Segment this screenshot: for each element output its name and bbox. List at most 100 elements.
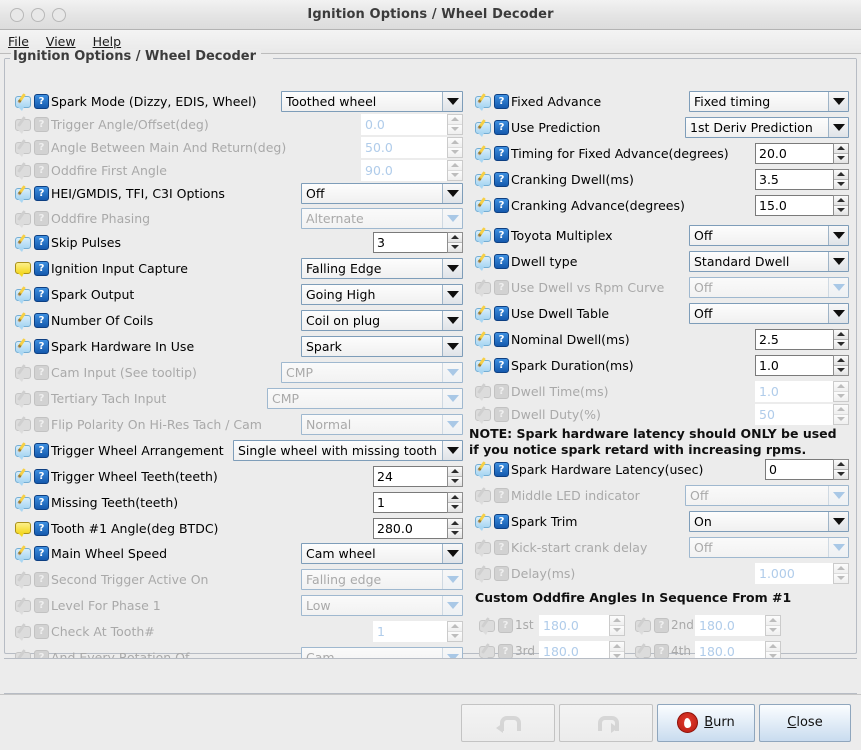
spinner-spark-duration-ms[interactable]: 1.0 (755, 354, 849, 376)
pencil-bubble-icon[interactable] (15, 116, 31, 134)
spinner-trigger-wheel-teeth-teeth-stepper[interactable] (447, 465, 463, 487)
stepper-up-icon[interactable] (448, 466, 462, 477)
pencil-bubble-icon[interactable] (15, 364, 31, 382)
pencil-bubble-icon[interactable] (475, 331, 491, 349)
help-icon[interactable]: ? (494, 94, 509, 109)
pencil-bubble-icon[interactable] (475, 406, 491, 424)
close-window-button[interactable] (10, 7, 24, 22)
spinner-tooth-1-angle-deg-btdc-stepper[interactable] (447, 517, 463, 539)
help-icon[interactable]: ? (494, 540, 509, 555)
spinner-missing-teeth-teeth-value[interactable]: 1 (373, 491, 447, 513)
help-icon[interactable]: ? (494, 198, 509, 213)
pencil-bubble-icon[interactable] (475, 487, 491, 505)
pencil-bubble-icon[interactable] (15, 597, 31, 615)
spinner-cranking-dwell-ms[interactable]: 3.5 (755, 168, 849, 190)
stepper-up-icon[interactable] (834, 169, 848, 180)
stepper-down-icon[interactable] (448, 242, 462, 252)
stepper-down-icon[interactable] (834, 153, 848, 163)
spinner-timing-for-fixed-advance-degrees[interactable]: 20.0 (755, 142, 849, 164)
spinner-spark-hardware-latency-usec[interactable]: 0 (765, 458, 849, 480)
stepper-up-icon[interactable] (448, 492, 462, 503)
spinner-nominal-dwell-ms-value[interactable]: 2.5 (755, 328, 833, 350)
pencil-bubble-icon[interactable] (475, 227, 491, 245)
help-icon[interactable]: ? (494, 332, 509, 347)
combo-number-of-coils[interactable]: Coil on plug (301, 309, 463, 331)
spinner-spark-hardware-latency-usec-value[interactable]: 0 (765, 458, 833, 480)
combo-ignition-input-capture[interactable]: Falling Edge (301, 257, 463, 279)
spinner-cranking-dwell-ms-value[interactable]: 3.5 (755, 168, 833, 190)
pencil-bubble-icon[interactable] (475, 253, 491, 271)
pencil-bubble-icon[interactable] (15, 286, 31, 304)
menu-view[interactable]: View (46, 34, 76, 49)
spinner-trigger-wheel-teeth-teeth-value[interactable]: 24 (373, 465, 447, 487)
combo-main-wheel-speed[interactable]: Cam wheel (301, 542, 463, 564)
chevron-down-icon[interactable] (828, 303, 848, 323)
stepper-down-icon[interactable] (448, 476, 462, 486)
help-icon[interactable]: ? (34, 186, 49, 201)
spinner-timing-for-fixed-advance-degrees-value[interactable]: 20.0 (755, 142, 833, 164)
chevron-down-icon[interactable] (828, 511, 848, 531)
spinner-cranking-advance-degrees-stepper[interactable] (833, 194, 849, 216)
combo-dwell-type[interactable]: Standard Dwell (689, 250, 849, 272)
spinner-spark-duration-ms-value[interactable]: 1.0 (755, 354, 833, 376)
stepper-up-icon[interactable] (834, 355, 848, 366)
help-icon[interactable]: ? (494, 228, 509, 243)
spinner-missing-teeth-teeth-stepper[interactable] (447, 491, 463, 513)
spinner-spark-hardware-latency-usec-stepper[interactable] (833, 458, 849, 480)
pencil-bubble-icon[interactable] (15, 442, 31, 460)
pencil-bubble-icon[interactable] (15, 545, 31, 563)
yellow-bubble-icon[interactable] (15, 521, 31, 537)
pencil-bubble-icon[interactable] (475, 513, 491, 531)
stepper-up-icon[interactable] (448, 232, 462, 243)
pencil-bubble-icon[interactable] (15, 623, 31, 641)
chevron-down-icon[interactable] (442, 440, 462, 460)
spinner-nominal-dwell-ms-stepper[interactable] (833, 328, 849, 350)
close-button[interactable]: Close (759, 703, 851, 742)
help-icon[interactable]: ? (34, 287, 49, 302)
pencil-bubble-icon[interactable] (15, 571, 31, 589)
help-icon[interactable]: ? (34, 443, 49, 458)
help-icon[interactable]: ? (34, 572, 49, 587)
stepper-down-icon[interactable] (448, 528, 462, 538)
menu-file[interactable]: File (8, 34, 29, 49)
stepper-up-icon[interactable] (834, 459, 848, 470)
help-icon[interactable]: ? (34, 546, 49, 561)
pencil-bubble-icon[interactable] (475, 279, 491, 297)
pencil-bubble-icon[interactable] (15, 416, 31, 434)
help-icon[interactable]: ? (34, 140, 49, 155)
pencil-bubble-icon[interactable] (475, 171, 491, 189)
redo-button[interactable] (559, 703, 653, 742)
spinner-skip-pulses-stepper[interactable] (447, 231, 463, 253)
help-icon[interactable]: ? (34, 417, 49, 432)
help-icon[interactable]: ? (494, 358, 509, 373)
combo-spark-output[interactable]: Going High (301, 283, 463, 305)
burn-button[interactable]: Burn (657, 703, 755, 742)
stepper-up-icon[interactable] (834, 143, 848, 154)
help-icon[interactable]: ? (494, 384, 509, 399)
chevron-down-icon[interactable] (442, 543, 462, 563)
stepper-down-icon[interactable] (834, 469, 848, 479)
pencil-bubble-icon[interactable] (475, 565, 491, 583)
chevron-down-icon[interactable] (828, 251, 848, 271)
combo-use-dwell-table[interactable]: Off (689, 302, 849, 324)
spinner-cranking-advance-degrees-value[interactable]: 15.0 (755, 194, 833, 216)
stepper-down-icon[interactable] (834, 179, 848, 189)
spinner-cranking-advance-degrees[interactable]: 15.0 (755, 194, 849, 216)
pencil-bubble-icon[interactable] (15, 234, 31, 252)
pencil-bubble-icon[interactable] (475, 145, 491, 163)
pencil-bubble-icon[interactable] (15, 312, 31, 330)
pencil-bubble-icon[interactable] (475, 383, 491, 401)
undo-button[interactable] (461, 703, 555, 742)
chevron-down-icon[interactable] (442, 183, 462, 203)
stepper-down-icon[interactable] (834, 339, 848, 349)
combo-use-prediction[interactable]: 1st Deriv Prediction (685, 116, 849, 138)
yellow-bubble-icon[interactable] (15, 261, 31, 277)
chevron-down-icon[interactable] (442, 91, 462, 111)
zoom-window-button[interactable] (52, 7, 66, 22)
help-icon[interactable]: ? (34, 365, 49, 380)
pencil-bubble-icon[interactable] (475, 93, 491, 111)
pencil-bubble-icon[interactable] (475, 119, 491, 137)
help-icon[interactable]: ? (34, 391, 49, 406)
pencil-bubble-icon[interactable] (15, 390, 31, 408)
help-icon[interactable]: ? (34, 521, 49, 536)
